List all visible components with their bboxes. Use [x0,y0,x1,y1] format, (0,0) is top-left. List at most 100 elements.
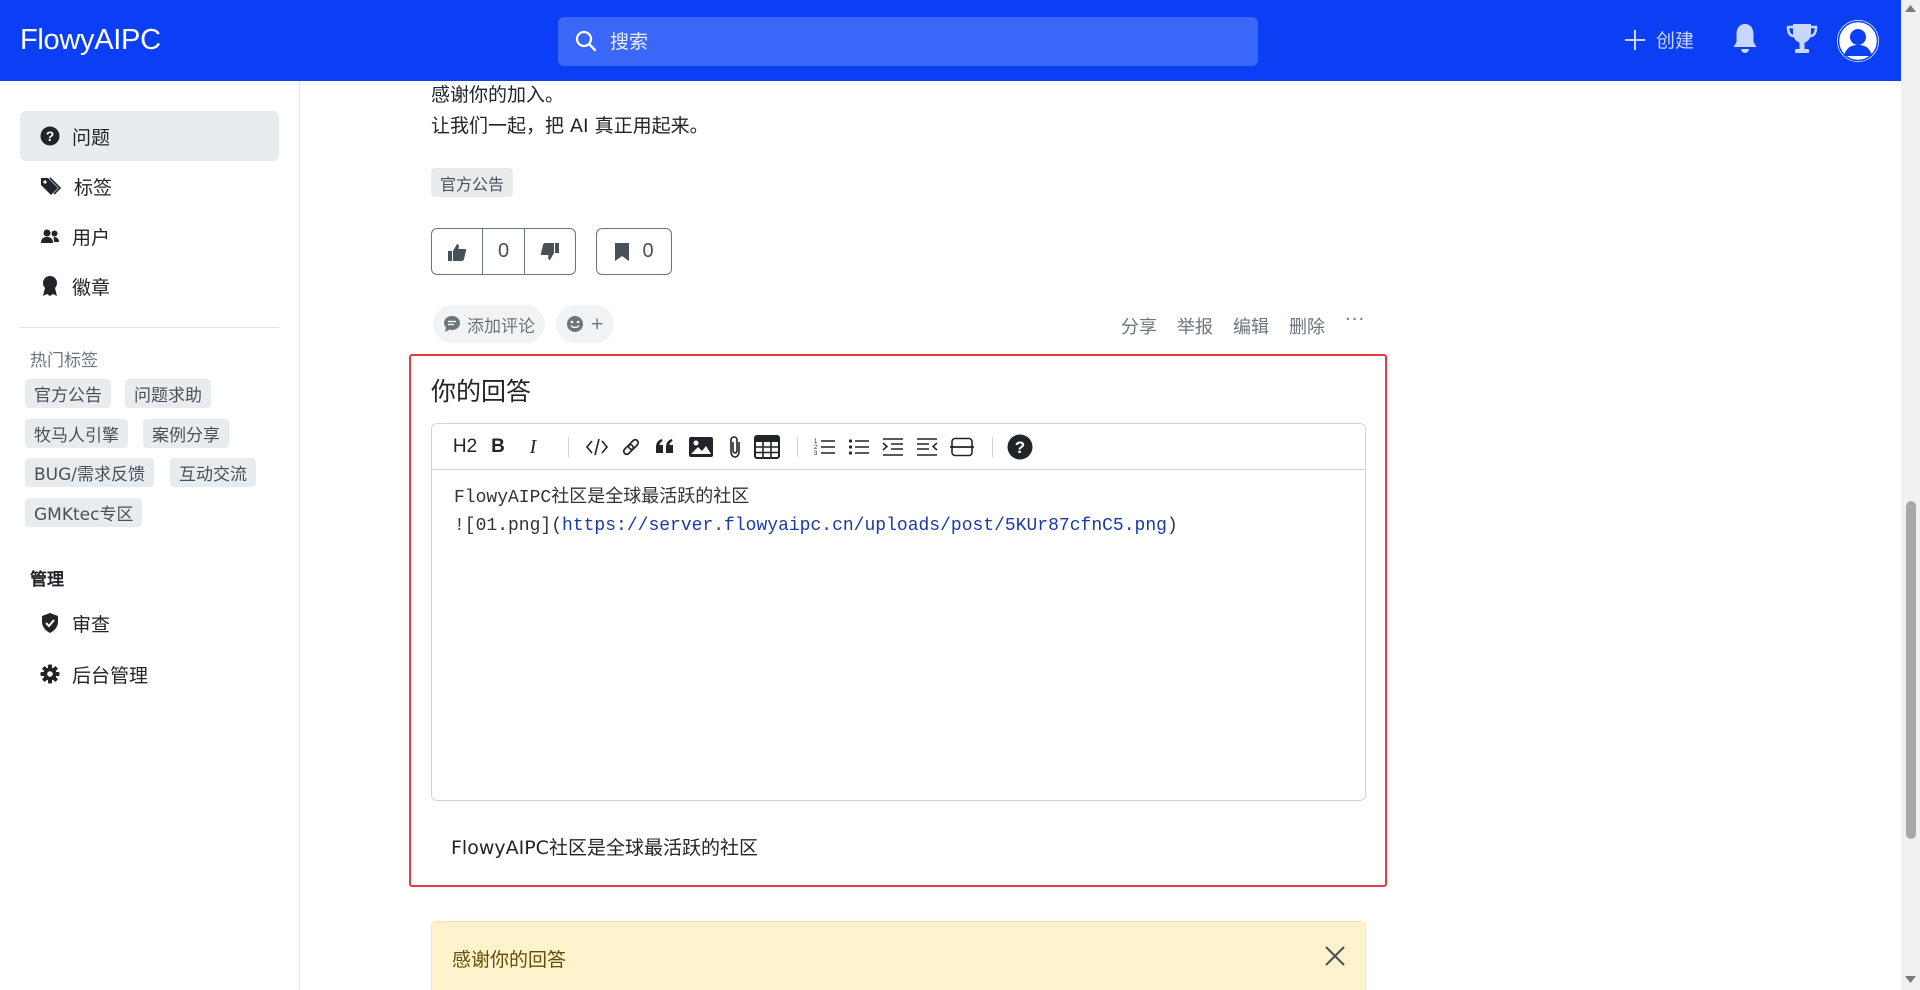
attachment-icon [730,436,740,458]
heading-button[interactable]: H2 [450,424,480,470]
sidebar-item-label: 后台管理 [72,664,149,687]
editor-line: FlowyAIPC社区是全球最活跃的社区 [454,488,750,508]
close-icon[interactable] [1323,944,1347,968]
plus-icon [1625,29,1645,50]
admin-heading: 管理 [30,570,64,590]
unordered-list-button[interactable] [846,424,872,470]
svg-text:?: ? [46,128,55,144]
indent-icon [882,438,903,456]
outdent-icon [917,438,938,456]
hot-tag[interactable]: GMKtec专区 [25,498,143,527]
top-navbar: FlowyAIPC 创建 [0,0,1901,81]
horizontal-rule-icon [950,437,974,457]
toolbar-separator [992,437,993,457]
help-icon: ? [1007,434,1033,460]
editor-image-url: https://server.flowyaipc.cn/uploads/post… [562,516,1167,536]
attachment-button[interactable] [724,424,746,470]
hot-tag[interactable]: 官方公告 [25,379,111,408]
sidebar-item-label: 徽章 [72,276,111,299]
hot-tag[interactable]: BUG/需求反馈 [25,458,155,487]
bookmark-count: 0 [642,240,654,262]
editor-toolbar: H2 B I 1 2 3 ? [432,424,1365,470]
share-link[interactable]: 分享 [1121,313,1157,339]
editor-image-syntax-end: ) [1166,516,1178,536]
question-circle-icon: ? [40,126,60,146]
search-input[interactable] [610,17,1230,66]
answer-preview: FlowyAIPC社区是全球最活跃的社区 [451,837,758,859]
ordered-list-icon: 1 2 3 [814,439,835,457]
post-tag[interactable]: 官方公告 [431,168,514,197]
create-label: 创建 [1656,30,1695,52]
sidebar-item-users[interactable]: 用户 [20,211,279,261]
answer-heading: 你的回答 [431,377,532,406]
svg-text:?: ? [1015,438,1025,457]
post-body-line: 让我们一起，把 AI 真正用起来。 [431,115,709,137]
thumbs-down-icon [540,242,559,260]
avatar[interactable] [1837,20,1879,62]
toolbar-separator [797,437,798,457]
table-button[interactable] [752,424,782,470]
search-box[interactable] [558,17,1258,66]
sidebar-item-admin[interactable]: 后台管理 [20,649,279,699]
sidebar-item-label: 用户 [72,226,111,249]
link-button[interactable] [618,424,644,470]
downvote-button[interactable] [525,229,575,274]
editor-line: ![01.png](https://server.flowyaipc.cn/up… [454,512,1343,540]
quote-button[interactable] [652,424,678,470]
sidebar-item-label: 审查 [72,613,111,636]
sidebar-item-badges[interactable]: 徽章 [20,261,279,311]
vote-count: 0 [482,229,525,274]
indent-button[interactable] [880,424,906,470]
award-icon [43,276,57,296]
toolbar-separator [568,437,569,457]
chat-icon [444,316,460,332]
editor-textarea[interactable]: FlowyAIPC社区是全球最活跃的社区 ![01.png](https://s… [432,470,1365,800]
ordered-list-button[interactable]: 1 2 3 [812,424,838,470]
shield-check-icon [42,613,58,633]
trophy-icon[interactable] [1786,21,1818,57]
image-icon [689,437,713,457]
delete-link[interactable]: 删除 [1289,313,1325,339]
bookmark-button[interactable]: 0 [596,228,672,275]
search-icon [575,30,597,52]
hot-tag[interactable]: 牧马人引擎 [25,419,128,448]
vote-group: 0 [431,228,576,275]
brand-logo[interactable]: FlowyAIPC [20,24,161,57]
gear-icon [40,664,60,684]
post-body-line: 感谢你的加入。 [431,84,565,106]
sidebar-item-questions[interactable]: ? 问题 [20,111,279,161]
hot-tag[interactable]: 案例分享 [143,419,229,448]
add-comment-label: 添加评论 [467,316,535,337]
scroll-down-icon[interactable] [1905,976,1916,984]
sidebar-item-label: 问题 [72,126,111,149]
add-comment-button[interactable]: 添加评论 [433,305,545,343]
hot-tag[interactable]: 问题求助 [125,379,211,408]
scroll-up-icon[interactable] [1905,4,1916,12]
create-button[interactable]: 创建 [1622,26,1694,53]
thumbs-up-icon [448,243,467,261]
edit-link[interactable]: 编辑 [1233,313,1269,339]
table-icon [754,435,780,459]
italic-button[interactable]: I [523,424,543,470]
image-button[interactable] [686,424,716,470]
quote-icon [656,439,673,453]
page-scrollbar[interactable] [1901,0,1920,990]
sidebar-item-review[interactable]: 审查 [20,598,279,648]
help-button[interactable]: ? [1006,424,1034,470]
more-actions-button[interactable]: ··· [1345,309,1365,330]
horizontal-rule-button[interactable] [948,424,976,470]
upvote-button[interactable] [432,229,482,274]
emoji-reaction-button[interactable]: + [556,305,615,343]
user-avatar-icon [1837,20,1879,62]
hot-tags-heading: 热门标签 [30,351,98,371]
outdent-button[interactable] [914,424,940,470]
report-link[interactable]: 举报 [1177,313,1213,339]
bold-button[interactable]: B [488,424,508,470]
hot-tag[interactable]: 互动交流 [170,458,256,487]
link-icon [622,438,640,456]
code-button[interactable] [583,424,611,470]
sidebar-item-tags[interactable]: 标签 [20,161,279,211]
bell-icon[interactable] [1730,21,1760,57]
alert-message: 感谢你的回答 [452,949,567,971]
scrollbar-thumb[interactable] [1906,501,1916,839]
